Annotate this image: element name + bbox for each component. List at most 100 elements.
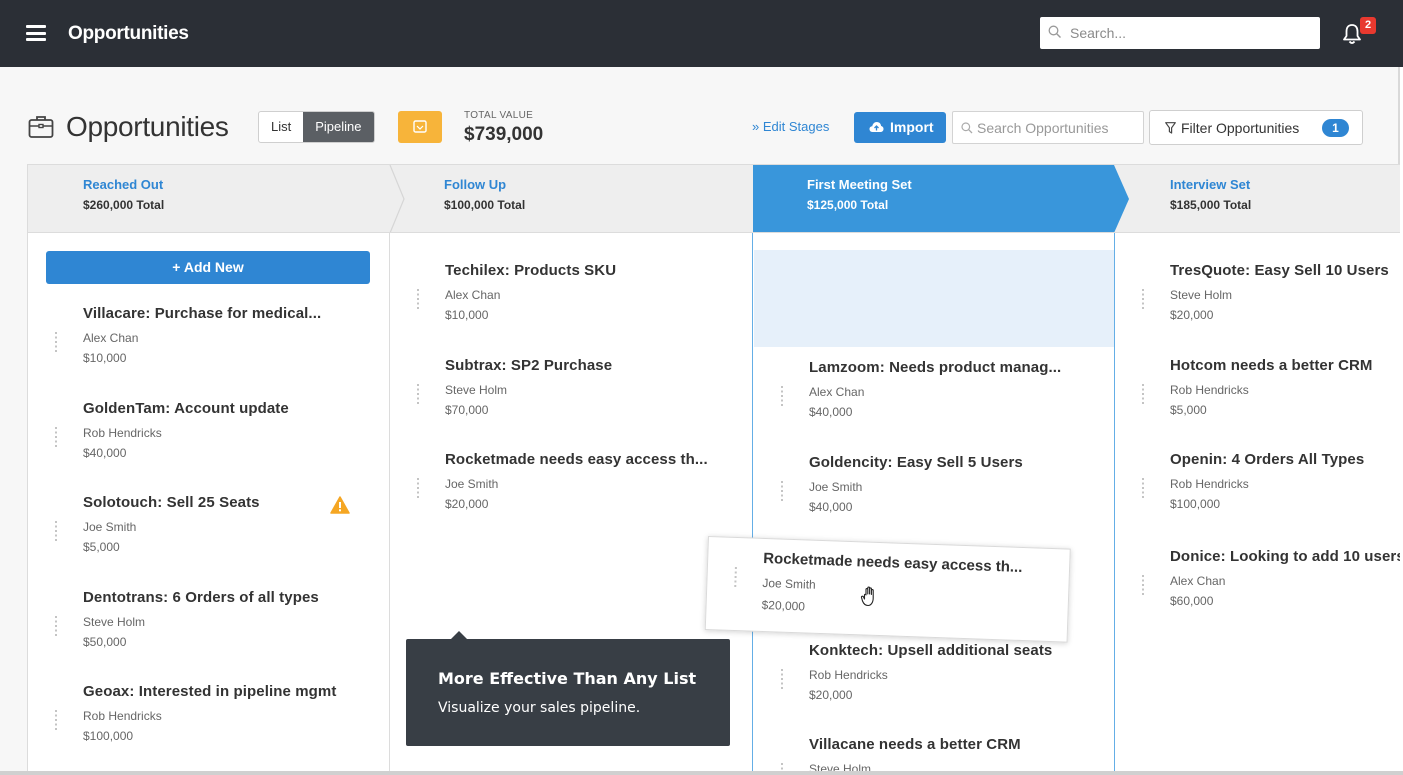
drag-handle-icon[interactable] bbox=[779, 481, 785, 501]
drag-handle-icon[interactable] bbox=[53, 521, 59, 541]
drag-handle-icon[interactable] bbox=[1140, 478, 1146, 498]
opportunity-card[interactable]: Geoax: Interested in pipeline mgmt Rob H… bbox=[55, 683, 336, 743]
grab-cursor-icon bbox=[860, 586, 874, 607]
pipeline-view-button[interactable]: Pipeline bbox=[303, 112, 374, 142]
card-title: Hotcom needs a better CRM bbox=[1170, 357, 1373, 374]
card-amount: $20,000 bbox=[809, 688, 853, 702]
tooltip-arrow bbox=[450, 631, 468, 640]
opportunity-search[interactable] bbox=[952, 111, 1144, 144]
stage-name: Reached Out bbox=[83, 177, 164, 192]
drag-handle-icon[interactable] bbox=[53, 427, 59, 447]
drag-handle-icon[interactable] bbox=[779, 763, 785, 771]
card-title: Konktech: Upsell additional seats bbox=[809, 642, 1053, 659]
card-title: Solotouch: Sell 25 Seats bbox=[83, 494, 260, 511]
calendar-view-button[interactable] bbox=[398, 111, 442, 143]
briefcase-icon bbox=[28, 116, 54, 138]
add-new-button[interactable]: + Add New bbox=[46, 251, 370, 284]
drag-handle-icon[interactable] bbox=[732, 566, 739, 588]
card-amount: $40,000 bbox=[83, 446, 127, 460]
opportunity-card[interactable]: Openin: 4 Orders All Types Rob Hendricks… bbox=[1142, 451, 1364, 511]
card-amount: $40,000 bbox=[809, 500, 853, 514]
drag-handle-icon[interactable] bbox=[415, 384, 421, 404]
import-button[interactable]: Import bbox=[854, 112, 946, 143]
card-owner: Steve Holm bbox=[83, 615, 146, 629]
column-divider bbox=[1114, 233, 1115, 771]
notification-badge: 2 bbox=[1360, 17, 1376, 34]
drag-handle-icon[interactable] bbox=[53, 332, 59, 352]
card-owner: Rob Hendricks bbox=[809, 668, 888, 682]
stage-first-meeting-set[interactable]: First Meeting Set $125,000 Total bbox=[807, 177, 912, 212]
drag-handle-icon[interactable] bbox=[1140, 289, 1146, 309]
drag-handle-icon[interactable] bbox=[53, 710, 59, 730]
onboarding-tooltip: More Effective Than Any List Visualize y… bbox=[406, 631, 730, 746]
stage-total: $260,000 Total bbox=[83, 198, 165, 212]
view-toggle: List Pipeline bbox=[258, 111, 375, 143]
global-search[interactable] bbox=[1040, 17, 1320, 49]
opportunity-card[interactable]: Villacare: Purchase for medical... Alex … bbox=[55, 305, 322, 365]
search-icon bbox=[961, 122, 973, 134]
card-amount: $70,000 bbox=[445, 403, 489, 417]
stage-follow-up[interactable]: Follow Up $100,000 Total bbox=[444, 177, 525, 212]
drag-handle-icon[interactable] bbox=[53, 616, 59, 636]
card-drop-placeholder[interactable] bbox=[754, 250, 1114, 347]
opportunity-card[interactable]: Solotouch: Sell 25 Seats Joe Smith $5,00… bbox=[55, 494, 260, 554]
opportunity-card[interactable]: Techilex: Products SKU Alex Chan $10,000 bbox=[417, 262, 617, 322]
opportunity-card[interactable]: TresQuote: Easy Sell 10 Users Steve Holm… bbox=[1142, 262, 1389, 322]
card-amount: $20,000 bbox=[761, 597, 806, 614]
edit-stages-link[interactable]: » Edit Stages bbox=[752, 119, 829, 134]
filter-count-badge: 1 bbox=[1322, 119, 1349, 137]
total-value-label: TOTAL VALUE bbox=[464, 110, 534, 121]
stage-reached-out[interactable]: Reached Out $260,000 Total bbox=[83, 177, 164, 212]
card-owner: Alex Chan bbox=[809, 385, 865, 399]
page-title: Opportunities bbox=[66, 111, 229, 142]
import-label: Import bbox=[890, 119, 934, 135]
opportunity-card[interactable]: GoldenTam: Account update Rob Hendricks … bbox=[55, 400, 289, 460]
warning-icon[interactable] bbox=[330, 496, 350, 514]
menu-icon[interactable] bbox=[26, 25, 46, 41]
opportunity-card[interactable]: Lamzoom: Needs product manag... Alex Cha… bbox=[781, 359, 1061, 419]
card-amount: $50,000 bbox=[83, 635, 127, 649]
cloud-upload-icon bbox=[869, 122, 884, 132]
opportunity-card[interactable]: Villacane needs a better CRM Steve Holm bbox=[781, 736, 1021, 771]
stage-total: $125,000 Total bbox=[807, 198, 889, 212]
stage-interview-set[interactable]: Interview Set $185,000 Total bbox=[1170, 177, 1251, 212]
card-title: Rocketmade needs easy access th... bbox=[445, 451, 708, 468]
card-owner: Joe Smith bbox=[762, 575, 816, 592]
drag-handle-icon[interactable] bbox=[1140, 384, 1146, 404]
card-title: Villacare: Purchase for medical... bbox=[83, 305, 322, 322]
drag-handle-icon[interactable] bbox=[779, 669, 785, 689]
card-amount: $5,000 bbox=[83, 540, 120, 554]
opportunity-card[interactable]: Subtrax: SP2 Purchase Steve Holm $70,000 bbox=[417, 357, 612, 417]
opportunity-card[interactable]: Hotcom needs a better CRM Rob Hendricks … bbox=[1142, 357, 1373, 417]
calendar-icon bbox=[413, 120, 427, 133]
opportunity-card[interactable]: Dentotrans: 6 Orders of all types Steve … bbox=[55, 589, 319, 649]
dragging-opportunity-card[interactable]: Rocketmade needs easy access th... Joe S… bbox=[704, 536, 1071, 643]
list-view-button[interactable]: List bbox=[259, 112, 303, 142]
drag-handle-icon[interactable] bbox=[415, 289, 421, 309]
stage-total: $185,000 Total bbox=[1170, 198, 1252, 212]
drag-handle-icon[interactable] bbox=[779, 386, 785, 406]
filter-opportunities-button[interactable]: Filter Opportunities 1 bbox=[1149, 110, 1363, 145]
card-title: Techilex: Products SKU bbox=[445, 262, 617, 279]
card-owner: Rob Hendricks bbox=[1170, 477, 1249, 491]
stage-header-bar: Reached Out $260,000 Total Follow Up $10… bbox=[28, 165, 1400, 233]
card-title: GoldenTam: Account update bbox=[83, 400, 289, 417]
opportunity-card[interactable]: Goldencity: Easy Sell 5 Users Joe Smith … bbox=[781, 454, 1023, 514]
drag-handle-icon[interactable] bbox=[1140, 575, 1146, 595]
opportunity-search-input[interactable] bbox=[977, 112, 1141, 143]
card-amount: $20,000 bbox=[1170, 308, 1214, 322]
card-owner: Alex Chan bbox=[445, 288, 501, 302]
drag-handle-icon[interactable] bbox=[415, 478, 421, 498]
card-amount: $100,000 bbox=[83, 729, 134, 743]
column-divider bbox=[752, 233, 753, 771]
opportunity-card[interactable]: Konktech: Upsell additional seats Rob He… bbox=[781, 642, 1053, 702]
global-search-input[interactable] bbox=[1070, 17, 1310, 49]
card-owner: Joe Smith bbox=[83, 520, 137, 534]
opportunity-card[interactable]: Donice: Looking to add 10 users Alex Cha… bbox=[1142, 548, 1400, 608]
opportunity-card[interactable]: Rocketmade needs easy access th... Joe S… bbox=[417, 451, 708, 511]
stage-total: $100,000 Total bbox=[444, 198, 526, 212]
card-amount: $5,000 bbox=[1170, 403, 1207, 417]
total-value: $739,000 bbox=[464, 124, 544, 145]
tooltip-title: More Effective Than Any List bbox=[438, 669, 697, 688]
card-owner: Rob Hendricks bbox=[83, 709, 162, 723]
